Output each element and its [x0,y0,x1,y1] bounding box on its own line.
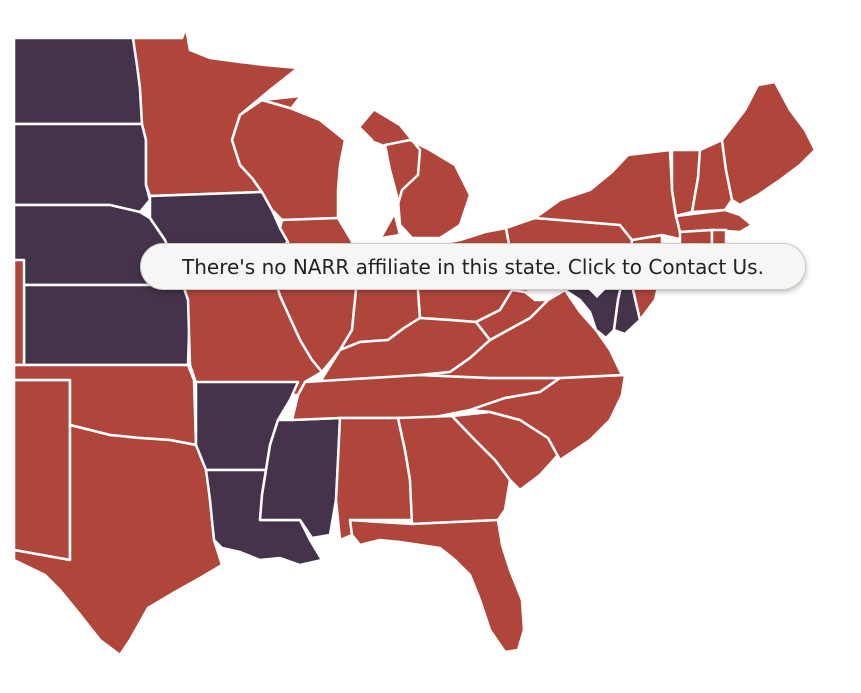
tooltip-pointer [588,289,606,298]
state-nd[interactable] [12,36,144,126]
state-me[interactable] [720,80,817,207]
state-sd[interactable] [12,122,152,214]
state-ms[interactable] [258,416,342,540]
tooltip-text: There's no NARR affiliate in this state.… [182,254,764,279]
state-co[interactable] [12,258,26,367]
state-ks[interactable] [22,283,192,367]
affiliate-tooltip[interactable]: There's no NARR affiliate in this state.… [140,243,806,290]
state-nm[interactable] [12,378,72,562]
state-fl[interactable] [348,518,526,654]
us-states-map [12,26,817,657]
